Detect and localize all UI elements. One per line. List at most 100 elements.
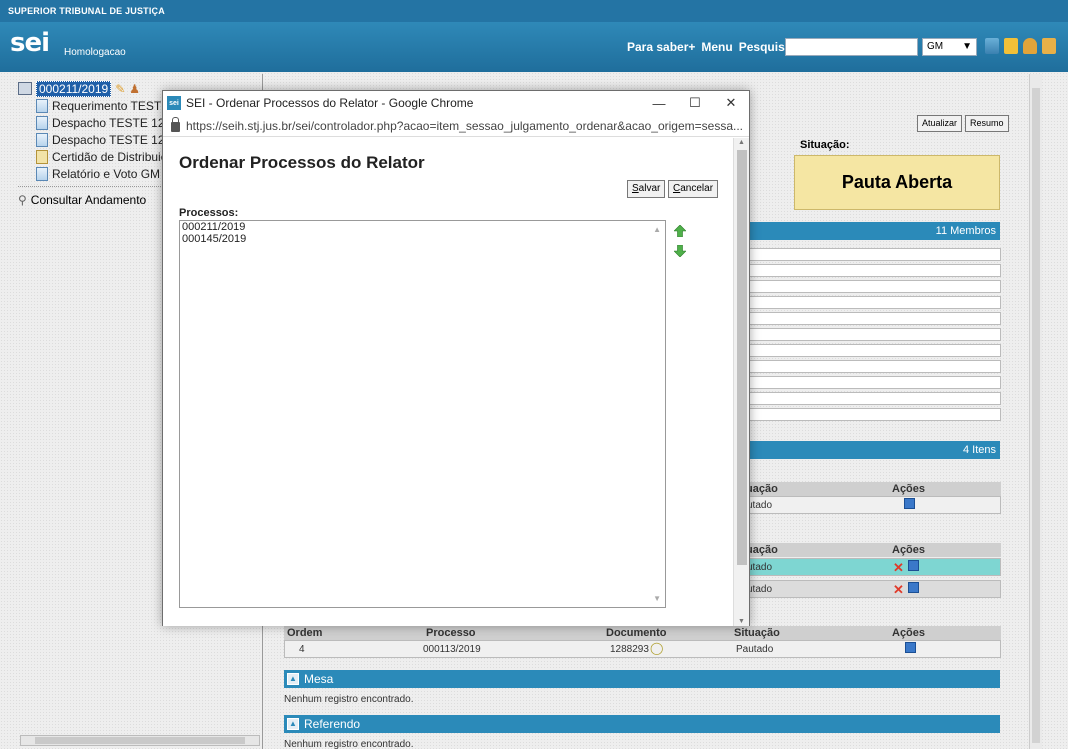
maximize-icon[interactable]: ☐ xyxy=(677,91,713,115)
minimize-icon[interactable]: — xyxy=(641,91,677,115)
referendo-empty-message: Nenhum registro encontrado. xyxy=(284,739,414,749)
col-documento: Documento xyxy=(606,627,667,639)
popup-titlebar[interactable]: sei SEI - Ordenar Processos do Relator -… xyxy=(163,91,749,115)
view-icon[interactable] xyxy=(904,498,915,509)
view-icon[interactable] xyxy=(908,582,919,593)
member-row xyxy=(740,328,1001,341)
member-row xyxy=(740,296,1001,309)
cancelar-label: ancelar xyxy=(680,183,714,194)
process-icon xyxy=(18,82,32,95)
para-saber-link[interactable]: Para saber+ xyxy=(627,40,695,54)
situacao-label: Situação: xyxy=(800,139,850,151)
scroll-thumb[interactable] xyxy=(737,150,747,565)
referendo-section-header[interactable]: ▲ Referendo xyxy=(284,715,1000,733)
pesquisa-link[interactable]: Pesquisa xyxy=(739,40,792,54)
sei-logo[interactable]: sei xyxy=(10,28,50,58)
n-icon[interactable] xyxy=(1004,38,1018,54)
mesa-section-header[interactable]: ▲ Mesa xyxy=(284,670,1000,688)
wrench-icon[interactable] xyxy=(1042,38,1056,54)
col-acoes: Ações xyxy=(892,627,926,639)
pencil-icon[interactable]: ✎ xyxy=(115,82,125,96)
remove-icon[interactable]: ✕ xyxy=(893,582,904,598)
collapse-icon[interactable]: ▲ xyxy=(287,673,299,685)
document-icon xyxy=(36,166,48,181)
processos-label: Processos: xyxy=(179,207,239,219)
move-down-icon[interactable] xyxy=(674,245,686,257)
scroll-thumb[interactable] xyxy=(1032,88,1040,743)
col-situacao: uação xyxy=(746,483,778,495)
view-icon[interactable] xyxy=(905,642,916,653)
cell-situacao: utado xyxy=(747,500,773,511)
list-icon[interactable] xyxy=(985,38,999,54)
cell-documento[interactable]: 1288293 xyxy=(610,644,649,655)
menu-link[interactable]: Menu xyxy=(701,40,732,54)
salvar-button[interactable]: Salvar xyxy=(627,180,666,198)
tree-item-label[interactable]: Requerimento TESTE xyxy=(52,99,169,113)
remove-icon[interactable]: ✕ xyxy=(893,560,904,576)
col-situacao: uação xyxy=(746,544,778,556)
member-row xyxy=(740,248,1001,261)
itens-count: 4 Itens xyxy=(962,444,996,456)
table-row: 4 000113/2019 1288293 ◯ Pautado xyxy=(284,640,1001,658)
popup-content: Ordenar Processos do Relator Salvar Canc… xyxy=(163,138,733,626)
scroll-thumb[interactable] xyxy=(35,737,245,744)
org-name: SUPERIOR TRIBUNAL DE JUSTIÇA xyxy=(0,0,1068,22)
view-icon[interactable] xyxy=(908,560,919,571)
tree-item-label[interactable]: Despacho TESTE 12 xyxy=(52,133,165,147)
cancelar-button[interactable]: Cancelar xyxy=(668,180,719,198)
unit-select-value: GM xyxy=(927,41,944,52)
unit-select[interactable]: GM ▼ xyxy=(922,38,977,56)
table-row: utado xyxy=(740,496,1001,514)
document-icon xyxy=(36,98,48,113)
environment-label: Homologacao xyxy=(64,47,126,58)
table-header: uação Ações xyxy=(740,482,1001,496)
table-header: uação Ações xyxy=(740,543,1001,557)
member-row xyxy=(740,360,1001,373)
move-up-icon[interactable] xyxy=(674,225,686,237)
col-acoes: Ações xyxy=(892,483,926,495)
user-icon[interactable] xyxy=(1023,38,1037,54)
tree-process-number[interactable]: 000211/2019 xyxy=(36,80,112,97)
list-scroll-up-icon[interactable]: ▲ xyxy=(653,225,661,234)
tree-item-label[interactable]: Certidão de Distribuição xyxy=(52,150,180,164)
certificate-icon xyxy=(36,149,48,164)
list-scroll-down-icon[interactable]: ▼ xyxy=(653,594,661,603)
window-controls: — ☐ ✕ xyxy=(641,91,749,115)
cell-situacao: Pautado xyxy=(736,644,774,655)
tree-item-label[interactable]: Despacho TESTE 12 xyxy=(52,116,165,130)
lock-icon xyxy=(171,117,180,132)
list-item[interactable]: 000145/2019 xyxy=(180,233,665,245)
member-row xyxy=(740,312,1001,325)
search-input[interactable] xyxy=(785,38,918,56)
tree-horizontal-scrollbar[interactable] xyxy=(20,735,260,746)
popup-vertical-scrollbar[interactable]: ▲ ▼ xyxy=(733,138,749,626)
scroll-down-icon[interactable]: ▼ xyxy=(738,618,745,625)
col-processo: Processo xyxy=(426,627,476,639)
header-icons xyxy=(985,38,1056,54)
list-item[interactable]: 000211/2019 xyxy=(180,221,665,233)
speech-bubble-icon[interactable]: ◯ xyxy=(650,641,663,655)
tree-item-label[interactable]: Relatório e Voto GM xyxy=(52,167,160,181)
itens-header: 4 Itens xyxy=(740,441,1000,459)
col-acoes: Ações xyxy=(892,544,926,556)
scroll-up-icon[interactable]: ▲ xyxy=(738,139,745,146)
referendo-title: Referendo xyxy=(304,717,361,731)
table-row: utado ✕ xyxy=(740,558,1001,576)
close-icon[interactable]: ✕ xyxy=(713,91,749,115)
resumo-button[interactable]: Resumo xyxy=(965,115,1009,132)
popup-window-title: SEI - Ordenar Processos do Relator - Goo… xyxy=(186,96,474,110)
situacao-status: Pauta Aberta xyxy=(794,155,1000,210)
cell-processo[interactable]: 000113/2019 xyxy=(423,644,481,655)
collapse-icon[interactable]: ▲ xyxy=(287,718,299,730)
address-bar[interactable]: https://seih.stj.jus.br/sei/controlador.… xyxy=(163,115,749,137)
atualizar-button[interactable]: Atualizar xyxy=(917,115,963,132)
person-icon[interactable]: ♟ xyxy=(129,82,140,96)
consultar-andamento-label[interactable]: Consultar Andamento xyxy=(31,193,146,207)
member-row xyxy=(740,376,1001,389)
processos-listbox[interactable]: 000211/2019 000145/2019 ▲ ▼ xyxy=(179,220,666,608)
cell-ordem: 4 xyxy=(299,644,305,655)
popup-url[interactable]: https://seih.stj.jus.br/sei/controlador.… xyxy=(186,119,743,133)
main-vertical-scrollbar[interactable] xyxy=(1029,74,1042,749)
member-row xyxy=(740,264,1001,277)
member-row xyxy=(740,280,1001,293)
